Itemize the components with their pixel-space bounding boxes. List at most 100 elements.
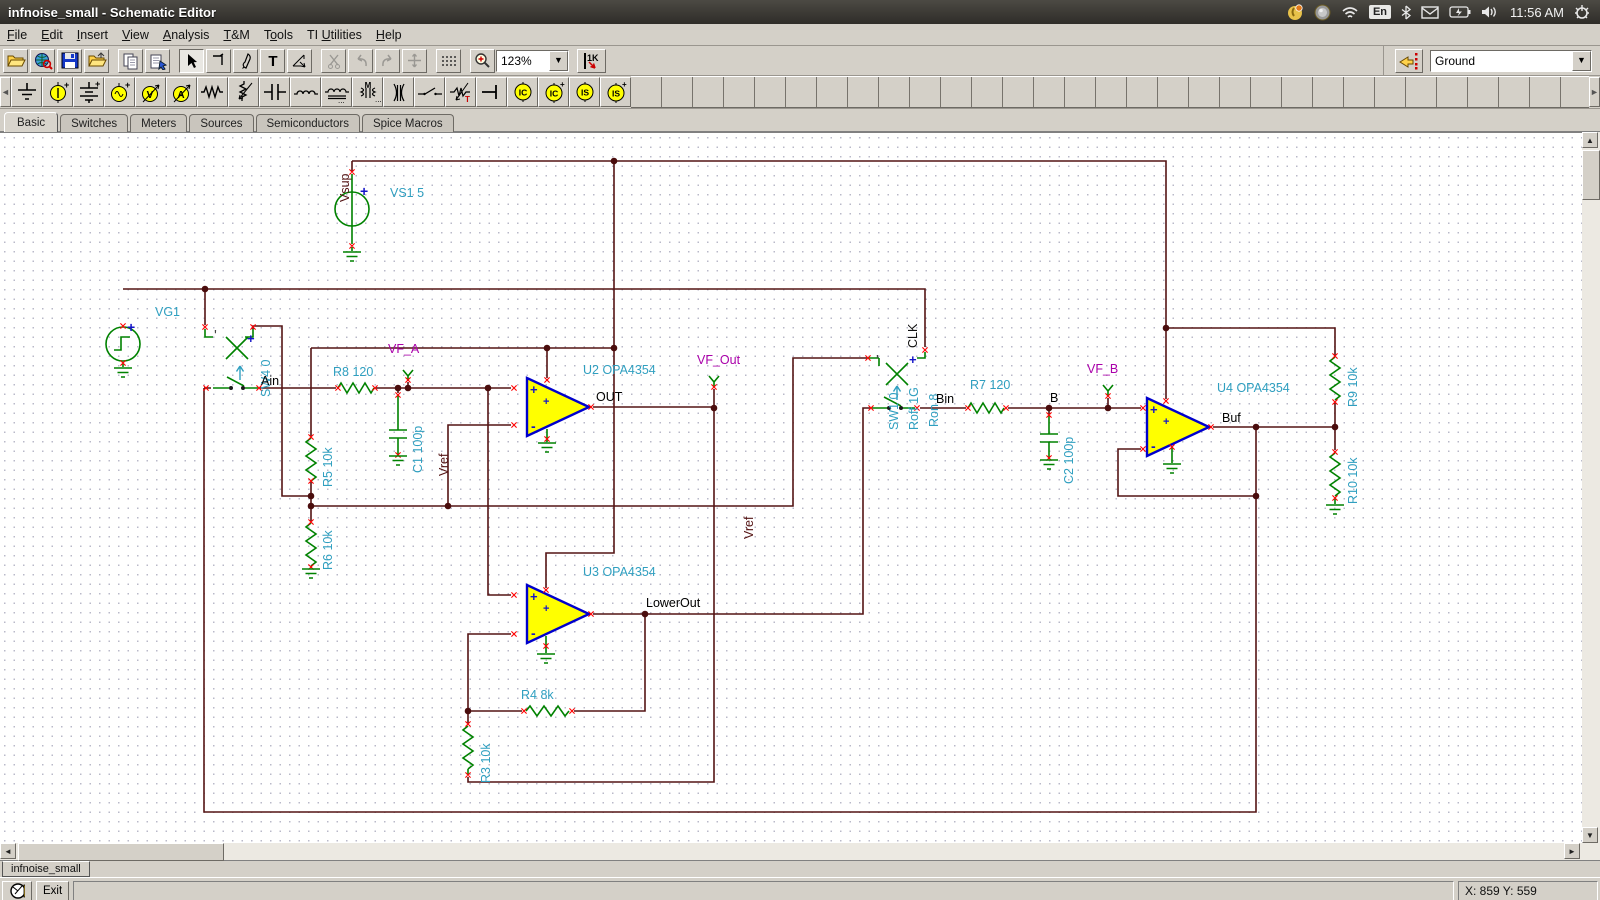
battery-icon[interactable] [1449,6,1471,18]
voltage-generator-component-button[interactable]: + [104,77,135,107]
component-pointer-button[interactable] [1395,49,1423,73]
sphere-indicator-icon[interactable] [1314,4,1331,21]
select-tool-button[interactable] [179,49,204,73]
label-c2[interactable]: C2 100p [1062,437,1076,484]
export-file-button[interactable] [84,49,109,73]
zoom-dropdown-arrow[interactable]: ▼ [549,51,568,71]
menu-edit[interactable]: Edit [34,26,70,44]
scroll-left-arrow[interactable]: ◄ [0,843,16,859]
copy-button[interactable] [118,49,143,73]
text-tool-button[interactable]: T [260,49,285,73]
paste-button[interactable] [145,49,170,73]
vertical-scroll-thumb[interactable] [1582,150,1600,200]
exit-button[interactable]: Exit [36,881,69,900]
horizontal-scroll-thumb[interactable] [18,843,224,861]
label-sw1[interactable]: SW1 0 [887,392,901,430]
undo-button[interactable] [348,49,373,73]
switch-component-button[interactable] [414,77,445,107]
menu-insert[interactable]: Insert [70,26,115,44]
cut-button[interactable] [321,49,346,73]
menu-tools[interactable]: Tools [257,26,300,44]
component-scroll-right-arrow[interactable]: ► [1589,77,1600,107]
label-r10[interactable]: R10 10k [1346,457,1360,504]
label-clk[interactable]: CLK [906,323,920,348]
menu-analysis[interactable]: Analysis [156,26,217,44]
ic-source-plus-component-button[interactable]: IC+ [538,77,569,107]
voltage-source-component-button[interactable]: + [42,77,73,107]
autolabel-1k-button[interactable]: 1K [577,49,606,73]
label-r8[interactable]: R8 120 [333,365,373,379]
inductor-core-component-button[interactable]: ... [321,77,352,107]
label-out[interactable]: OUT [596,390,623,404]
move-button[interactable] [402,49,427,73]
label-vfout[interactable]: VF_Out [697,353,741,367]
save-button[interactable] [57,49,82,73]
scroll-down-arrow[interactable]: ▼ [1582,827,1598,843]
ammeter-component-button[interactable]: A [166,77,197,107]
instrument-gauge-button[interactable] [2,881,32,900]
tab-switches[interactable]: Switches [60,114,128,132]
menu-ti-utilities[interactable]: TI Utilities [300,26,369,44]
grid-toggle-button[interactable] [436,49,461,73]
label-r9[interactable]: R9 10k [1346,367,1360,407]
label-b[interactable]: B [1050,391,1058,405]
ground-component-button[interactable] [11,77,42,107]
label-vref1[interactable]: Vref [437,453,451,476]
label-vg1[interactable]: VG1 [155,305,180,319]
component-select-dropdown-arrow[interactable]: ▼ [1572,51,1591,71]
tab-meters[interactable]: Meters [130,114,187,132]
label-u2[interactable]: U2 OPA4354 [583,363,656,377]
inductor-component-button[interactable] [290,77,321,107]
transformer-component-button[interactable]: M... [352,77,383,107]
label-u4[interactable]: U4 OPA4354 [1217,381,1290,395]
wire-tool-button[interactable] [206,49,231,73]
power-gear-icon[interactable] [1574,4,1590,20]
scroll-up-arrow[interactable]: ▲ [1582,132,1598,148]
is-meter-plus-component-button[interactable]: IS+ [600,77,631,107]
volume-icon[interactable] [1481,5,1500,19]
tab-spice-macros[interactable]: Spice Macros [362,114,454,132]
battery-component-button[interactable]: + [73,77,104,107]
horizontal-scrollbar[interactable]: ◄ ► [0,843,1600,860]
opamp-u2[interactable]: + + - [527,378,589,436]
schematic-canvas[interactable]: + + - + + - + + - + + + + ' ' [0,132,1582,844]
mail-icon[interactable] [1421,6,1439,19]
label-r5[interactable]: R5 10k [321,447,335,487]
label-ain[interactable]: Ain [261,374,279,388]
label-buf[interactable]: Buf [1222,411,1241,425]
scroll-right-arrow[interactable]: ► [1564,843,1580,859]
clock-text[interactable]: 11:56 AM [1510,5,1564,20]
label-vfa[interactable]: VF_A [388,342,420,356]
menu-file[interactable]: File [0,26,34,44]
label-lowerout[interactable]: LowerOut [646,596,701,610]
potentiometer-component-button[interactable] [228,77,259,107]
app-indicator-icon[interactable] [1287,4,1304,21]
menu-t-m[interactable]: T&M [216,26,256,44]
label-r4[interactable]: R4 8k [521,688,554,702]
bluetooth-icon[interactable] [1401,5,1411,20]
label-roff[interactable]: Roff 1G [907,387,921,430]
component-scroll-left-arrow[interactable]: ◄ [0,77,11,107]
label-bin[interactable]: Bin [936,392,954,406]
pen-tool-button[interactable] [233,49,258,73]
label-r6[interactable]: R6 10k [321,530,335,570]
label-r3[interactable]: R3 10k [479,743,493,783]
open-file-button[interactable] [3,49,28,73]
keyboard-layout-indicator[interactable]: En [1369,5,1391,19]
resistor-component-button[interactable] [197,77,228,107]
label-vsup[interactable]: Vsup [338,173,352,202]
wires[interactable] [123,161,1335,812]
coupled-inductors-component-button[interactable] [383,77,414,107]
is-meter-component-button[interactable]: IS [569,77,600,107]
wifi-icon[interactable] [1341,5,1359,19]
tab-sources[interactable]: Sources [189,114,253,132]
zoom-tool-button[interactable] [470,49,495,73]
label-r7[interactable]: R7 120 [970,378,1010,392]
label-c1[interactable]: C1 100p [411,426,425,473]
zoom-level-combo[interactable]: 123% ▼ [496,50,569,72]
tab-semiconductors[interactable]: Semiconductors [256,114,360,132]
open-web-button[interactable] [30,49,55,73]
label-vfb[interactable]: VF_B [1087,362,1118,376]
label-u3[interactable]: U3 OPA4354 [583,565,656,579]
shape-tool-button[interactable] [287,49,312,73]
